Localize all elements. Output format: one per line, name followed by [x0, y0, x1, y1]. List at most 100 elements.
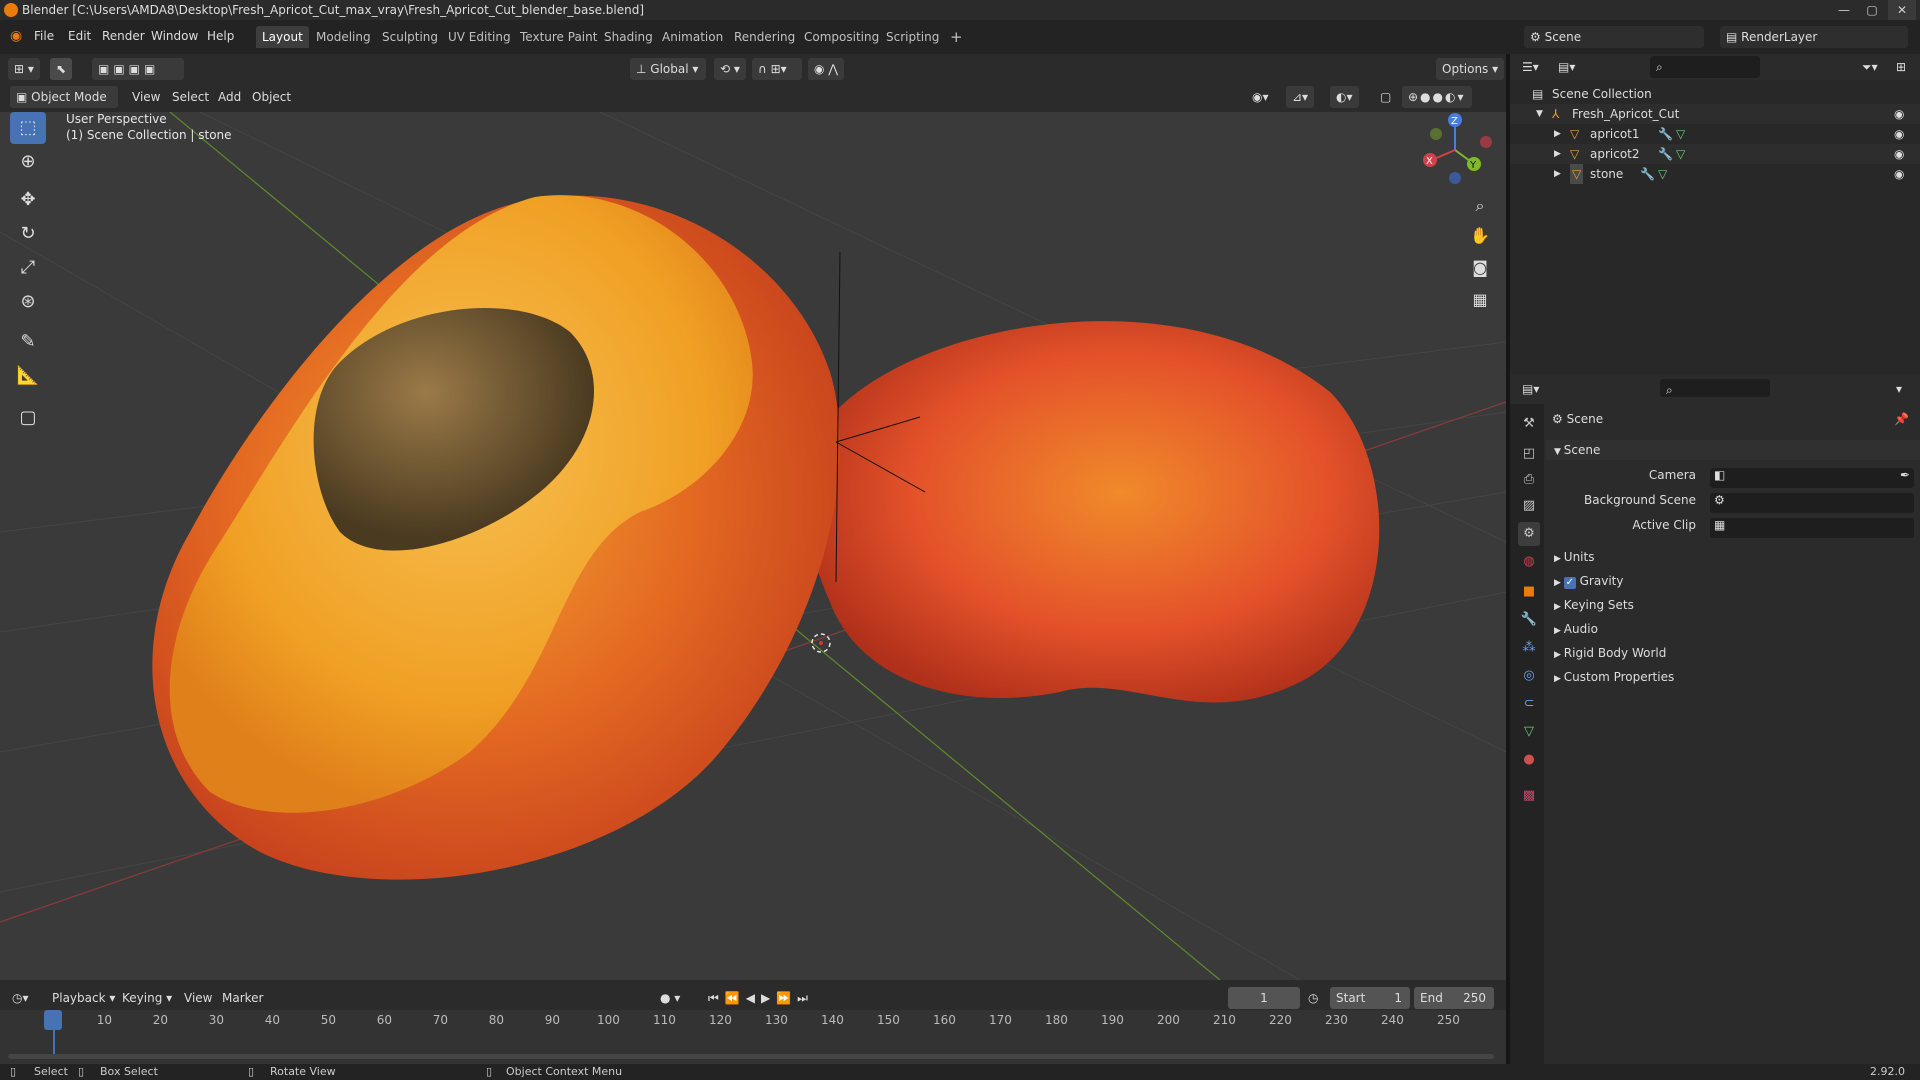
- end-frame-field[interactable]: End 250: [1414, 987, 1494, 1009]
- overlays-toggle[interactable]: ◐▾: [1330, 86, 1359, 108]
- menu-window[interactable]: Window: [151, 20, 198, 52]
- object-mode-dropdown[interactable]: ▣ Object Mode ▾: [10, 86, 118, 126]
- minimize-button[interactable]: —: [1830, 0, 1858, 20]
- menu-file[interactable]: File: [34, 20, 54, 52]
- tab-rendering[interactable]: Rendering: [728, 26, 801, 48]
- gravity-section[interactable]: ▶ ✓ Gravity: [1554, 574, 1623, 589]
- playhead-marker[interactable]: [44, 1010, 62, 1030]
- tree-item-apricot1[interactable]: ▶ ▽ apricot1 🔧 ▽ ◉: [1510, 124, 1920, 144]
- tree-item-apricot2[interactable]: ▶ ▽ apricot2 🔧 ▽ ◉: [1510, 144, 1920, 164]
- blender-menu-icon[interactable]: ◉: [10, 20, 22, 52]
- outliner-search-input[interactable]: ⌕: [1650, 56, 1760, 78]
- measure-tool[interactable]: 📐: [10, 360, 46, 392]
- tree-item-stone[interactable]: ▶ ▽ stone 🔧 ▽ ◉: [1510, 164, 1920, 184]
- active-clip-field[interactable]: ▦: [1710, 518, 1914, 538]
- audio-section[interactable]: ▶ Audio: [1554, 622, 1598, 636]
- menu-render[interactable]: Render: [102, 20, 145, 52]
- options-dropdown[interactable]: Options ▾: [1436, 58, 1505, 80]
- view-layer-selector[interactable]: ▤ RenderLayer: [1720, 26, 1908, 48]
- camera-view-button[interactable]: ◙: [1466, 254, 1494, 282]
- pivot-point-dropdown[interactable]: ⟲ ▾: [714, 58, 746, 80]
- record-button[interactable]: ● ▾: [660, 987, 680, 1009]
- eyedropper-icon[interactable]: ✒: [1900, 468, 1910, 482]
- 3d-viewport[interactable]: Z Y X ⬚ ⊕ ✥ ↻ ⤢ ⊛ ✎ 📐 ▢ User Perspective…: [0, 112, 1506, 980]
- viewport-menu-view[interactable]: View: [132, 86, 160, 108]
- timeline-frames-area[interactable]: 1102030405060708090100110120130140150160…: [0, 1010, 1506, 1064]
- custom-properties-section[interactable]: ▶ Custom Properties: [1554, 670, 1674, 684]
- tab-uv-editing[interactable]: UV Editing: [442, 26, 517, 48]
- tab-shading[interactable]: Shading: [598, 26, 659, 48]
- editor-type-button[interactable]: ⊞ ▾: [8, 58, 40, 80]
- snap-toggle[interactable]: ∩ ⊞▾: [752, 58, 802, 80]
- tab-sculpting[interactable]: Sculpting: [376, 26, 444, 48]
- units-section[interactable]: ▶ Units: [1554, 550, 1594, 564]
- collapse-arrow-icon[interactable]: ▼: [1536, 104, 1543, 124]
- menu-edit[interactable]: Edit: [68, 20, 91, 52]
- timeline-menu-keying[interactable]: Keying ▾: [122, 987, 172, 1009]
- outliner-editor-type[interactable]: ☰▾: [1522, 56, 1539, 78]
- selection-mode-buttons[interactable]: ▣▣▣▣: [92, 58, 184, 80]
- viewport-menu-object[interactable]: Object: [252, 86, 291, 108]
- eye-icon[interactable]: ◉: [1894, 124, 1904, 144]
- properties-search-input[interactable]: ⌕: [1660, 379, 1770, 397]
- scale-tool[interactable]: ⤢: [10, 252, 46, 284]
- annotate-tool[interactable]: ✎: [10, 326, 46, 358]
- filter-dropdown[interactable]: ⏷▾: [1862, 56, 1878, 78]
- keying-sets-section[interactable]: ▶ Keying Sets: [1554, 598, 1634, 612]
- expand-arrow-icon[interactable]: ▶: [1554, 144, 1561, 164]
- background-scene-field[interactable]: ⚙: [1710, 493, 1914, 513]
- texture-properties-tab[interactable]: ▩: [1518, 784, 1540, 808]
- new-collection-button[interactable]: ⊞: [1896, 56, 1906, 78]
- tab-texture-paint[interactable]: Texture Paint: [514, 26, 603, 48]
- rigid-body-world-section[interactable]: ▶ Rigid Body World: [1554, 646, 1666, 660]
- eye-icon[interactable]: ◉: [1894, 164, 1904, 184]
- timeline-scrollbar[interactable]: [8, 1054, 1494, 1059]
- zoom-view-button[interactable]: ⌕: [1466, 192, 1494, 220]
- particles-properties-tab[interactable]: ⁂: [1518, 636, 1540, 660]
- expand-arrow-icon[interactable]: ▶: [1554, 164, 1561, 184]
- viewport-menu-select[interactable]: Select: [172, 86, 209, 108]
- cursor-tool[interactable]: ⊕: [10, 146, 46, 178]
- pan-view-button[interactable]: ✋: [1466, 222, 1494, 250]
- visibility-toggle[interactable]: ◉▾: [1252, 86, 1269, 108]
- eye-icon[interactable]: ◉: [1894, 104, 1904, 124]
- tab-modeling[interactable]: Modeling: [310, 26, 377, 48]
- display-mode-dropdown[interactable]: ▤▾: [1558, 56, 1575, 78]
- tab-scripting[interactable]: Scripting: [880, 26, 945, 48]
- add-cube-tool[interactable]: ▢: [10, 402, 46, 434]
- pin-icon[interactable]: 📌: [1894, 412, 1909, 426]
- current-frame-field[interactable]: 1: [1228, 987, 1300, 1009]
- camera-field[interactable]: ◧ ✒: [1710, 468, 1914, 488]
- timeline-menu-playback[interactable]: Playback ▾: [52, 987, 115, 1009]
- object-properties-tab[interactable]: ■: [1518, 580, 1540, 604]
- apricot2-object[interactable]: [804, 321, 1380, 703]
- move-tool[interactable]: ✥: [10, 184, 46, 216]
- select-tool-mode[interactable]: ⬉: [50, 58, 73, 80]
- add-workspace-button[interactable]: +: [944, 26, 969, 48]
- scene-selector[interactable]: ⚙ Scene: [1524, 26, 1704, 48]
- gizmo-toggle[interactable]: ⊿▾: [1286, 86, 1315, 108]
- timeline-editor-type[interactable]: ◷▾: [12, 987, 29, 1009]
- start-frame-field[interactable]: Start 1: [1330, 987, 1410, 1009]
- physics-properties-tab[interactable]: ◎: [1518, 664, 1540, 688]
- tab-layout[interactable]: Layout: [256, 26, 309, 48]
- playback-controls[interactable]: ⏮⏪◀▶⏩⏭: [708, 987, 814, 1009]
- scene-panel-header[interactable]: ▼ Scene: [1546, 440, 1920, 460]
- properties-options[interactable]: ▾: [1896, 378, 1902, 400]
- preview-range-toggle[interactable]: ◷: [1308, 987, 1318, 1009]
- menu-help[interactable]: Help: [207, 20, 234, 52]
- rotate-tool[interactable]: ↻: [10, 218, 46, 250]
- material-properties-tab[interactable]: ●: [1518, 748, 1540, 772]
- navigation-gizmo[interactable]: Z Y X: [1423, 113, 1492, 184]
- close-button[interactable]: ✕: [1888, 0, 1916, 20]
- select-box-tool[interactable]: ⬚: [10, 112, 46, 144]
- render-properties-tab[interactable]: ◰: [1518, 442, 1540, 466]
- shading-mode-buttons[interactable]: ⊕●●◐▾: [1402, 86, 1472, 108]
- properties-editor-type[interactable]: ▤▾: [1522, 378, 1539, 400]
- tab-compositing[interactable]: Compositing: [798, 26, 885, 48]
- timeline-menu-marker[interactable]: Marker: [222, 987, 263, 1009]
- timeline-menu-view[interactable]: View: [184, 987, 212, 1009]
- maximize-button[interactable]: ▢: [1858, 0, 1886, 20]
- world-properties-tab[interactable]: ◍: [1518, 550, 1540, 574]
- proportional-edit-toggle[interactable]: ◉ ⋀: [808, 58, 845, 80]
